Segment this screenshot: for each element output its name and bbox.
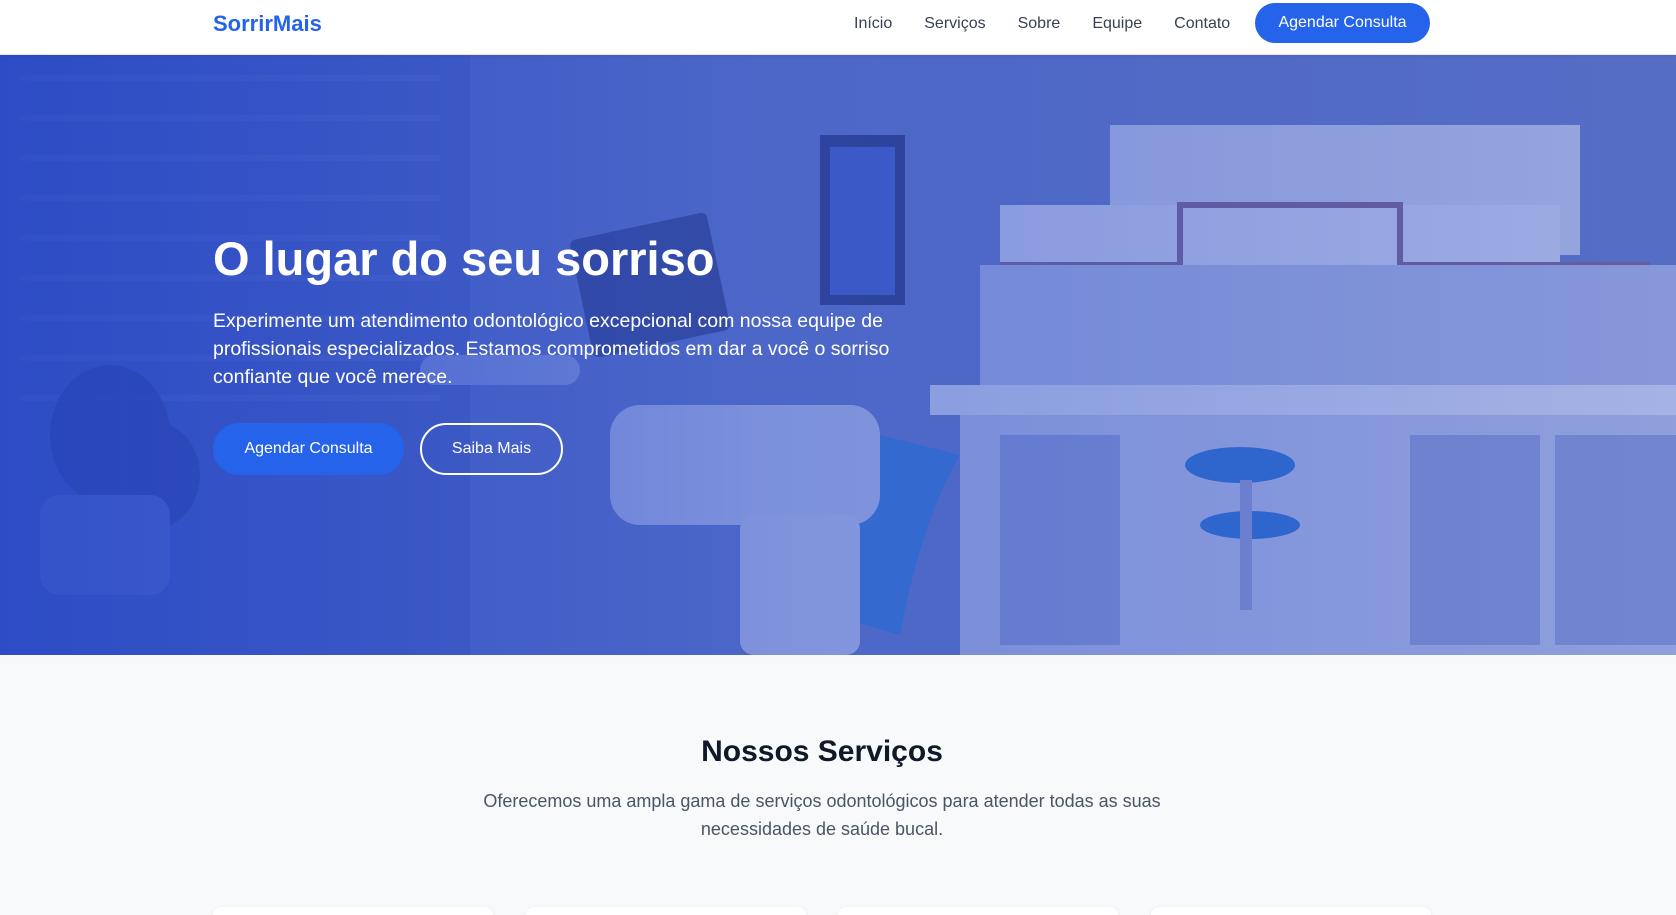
- hero-schedule-button[interactable]: Agendar Consulta: [213, 423, 404, 475]
- brand-logo[interactable]: SorrirMais: [213, 11, 322, 37]
- service-card[interactable]: [213, 907, 493, 915]
- service-card[interactable]: [526, 907, 806, 915]
- nav-link-sobre[interactable]: Sobre: [1018, 15, 1061, 33]
- hero-title: O lugar do seu sorriso: [213, 232, 715, 285]
- services-section: Nossos Serviços Oferecemos uma ampla gam…: [0, 655, 1676, 915]
- hero-learn-more-button[interactable]: Saiba Mais: [420, 423, 563, 475]
- navbar: SorrirMais Início Serviços Sobre Equipe …: [0, 0, 1676, 55]
- service-card[interactable]: [838, 907, 1118, 915]
- services-subtitle: Oferecemos uma ampla gama de serviços od…: [483, 791, 1161, 839]
- services-title: Nossos Serviços: [701, 735, 943, 768]
- nav-link-contato[interactable]: Contato: [1174, 15, 1230, 33]
- nav-link-inicio[interactable]: Início: [854, 15, 892, 33]
- service-card[interactable]: [1151, 907, 1431, 915]
- hero-description: Experimente um atendimento odontológico …: [213, 310, 890, 388]
- nav-link-servicos[interactable]: Serviços: [924, 15, 985, 33]
- nav-schedule-button[interactable]: Agendar Consulta: [1255, 3, 1430, 43]
- nav-link-equipe[interactable]: Equipe: [1092, 15, 1142, 33]
- page: SorrirMais Início Serviços Sobre Equipe …: [0, 0, 1676, 915]
- nav-links: Início Serviços Sobre Equipe Contato: [854, 0, 1262, 48]
- hero-section: O lugar do seu sorriso Experimente um at…: [0, 55, 1676, 655]
